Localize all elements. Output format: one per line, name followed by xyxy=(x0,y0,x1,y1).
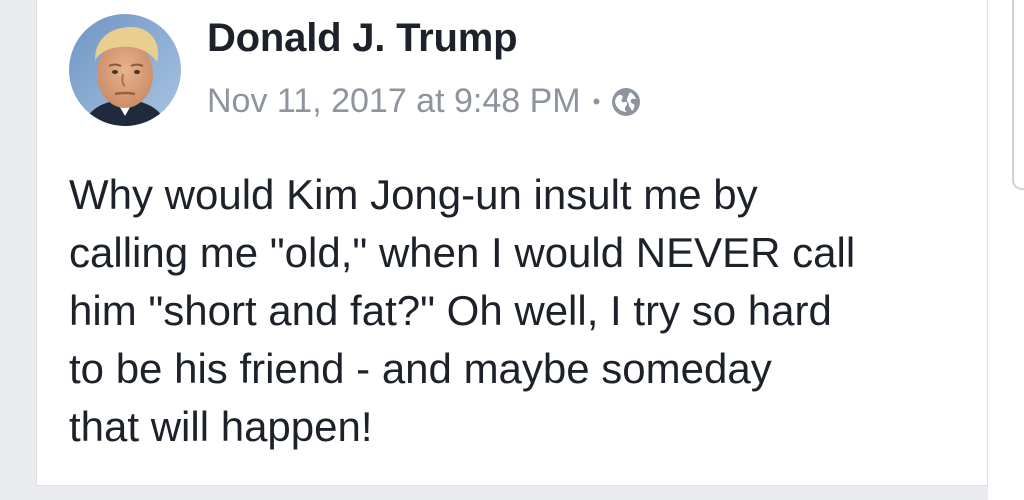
post-text-line: to be his friend - and maybe someday xyxy=(69,345,772,392)
scrollbar-edge[interactable] xyxy=(1012,0,1024,190)
meta-separator: • xyxy=(592,88,601,114)
right-margin xyxy=(988,0,1024,500)
post-text: Why would Kim Jong-un insult me by calli… xyxy=(69,166,969,456)
post-text-line: him "short and fat?" Oh well, I try so h… xyxy=(69,287,832,334)
post-timestamp[interactable]: Nov 11, 2017 at 9:48 PM xyxy=(207,82,581,121)
author-name[interactable]: Donald J. Trump xyxy=(207,16,518,61)
post-text-line: that will happen! xyxy=(69,403,373,450)
avatar[interactable] xyxy=(69,14,181,126)
post-text-line: calling me "old," when I would NEVER cal… xyxy=(69,229,856,276)
post-meta: Nov 11, 2017 at 9:48 PM • xyxy=(207,82,642,121)
post-text-line: Why would Kim Jong-un insult me by xyxy=(69,171,758,218)
post-card: Donald J. Trump Nov 11, 2017 at 9:48 PM … xyxy=(36,0,988,486)
globe-icon[interactable] xyxy=(610,86,642,118)
